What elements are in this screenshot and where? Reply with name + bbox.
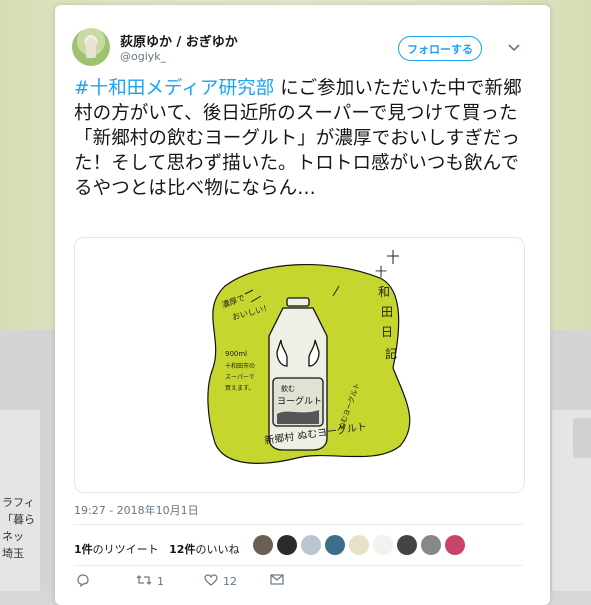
follow-button[interactable]: フォローする: [398, 36, 482, 61]
heart-icon: [204, 574, 218, 589]
bottle: [268, 297, 328, 451]
svg-text:日: 日: [381, 325, 393, 339]
user-name[interactable]: 荻原ゆか / おぎゆか: [120, 31, 238, 50]
background-text: 埼玉: [2, 547, 24, 560]
note-mid: 十和田市の: [225, 362, 255, 370]
avatar[interactable]: [253, 535, 273, 555]
dm-button[interactable]: [270, 574, 284, 588]
avatar[interactable]: [301, 535, 321, 555]
user-handle[interactable]: @ogiyk_: [120, 50, 166, 63]
bottle-label: ヨーグルト: [277, 395, 322, 407]
avatar[interactable]: [397, 535, 417, 555]
svg-text:十: 十: [375, 265, 387, 279]
svg-text:記: 記: [385, 346, 397, 361]
divider: [74, 524, 523, 525]
like-count-link[interactable]: 12件のいいね: [169, 543, 239, 556]
svg-text:田: 田: [381, 305, 393, 319]
avatar[interactable]: [373, 535, 393, 555]
like-count: 12: [223, 575, 237, 588]
hashtag-link[interactable]: #十和田メディア研究部: [74, 78, 274, 99]
note-mid: 買えます。: [225, 385, 254, 392]
retweet-icon: [136, 574, 152, 589]
svg-text:和: 和: [378, 285, 390, 299]
tweet-modal: 荻原ゆか / おぎゆか @ogiyk_ フォローする #十和田メディア研究部 に…: [55, 5, 550, 605]
avatar[interactable]: [349, 535, 369, 555]
tweet-stats: 1件のリツイート 12件のいいね: [74, 541, 239, 557]
divider: [74, 565, 523, 566]
avatar[interactable]: [325, 535, 345, 555]
retweet-button[interactable]: 1: [136, 574, 164, 589]
envelope-icon: [270, 574, 284, 588]
note-mid: スーパーで: [225, 374, 255, 381]
background-text: ラフィ: [2, 496, 35, 509]
avatar[interactable]: [277, 535, 297, 555]
bottle-label: 飲む: [281, 384, 295, 393]
like-button[interactable]: 12: [204, 574, 237, 589]
background-text: ネッ: [2, 530, 24, 543]
reply-button[interactable]: [76, 574, 90, 590]
note-mid: 900ml: [225, 350, 247, 358]
retweet-count: 1: [157, 575, 164, 588]
background-text: 「暮ら: [2, 513, 35, 526]
avatar[interactable]: [72, 28, 110, 66]
reply-icon: [76, 574, 90, 590]
background-arrow-box: [573, 418, 591, 458]
tweet-timestamp[interactable]: 19:27 - 2018年10月1日: [74, 502, 199, 518]
tweet-text: #十和田メディア研究部 にご参加いただいた中で新郷村の方がいて、後日近所のスーパ…: [74, 76, 534, 201]
avatar[interactable]: [421, 535, 441, 555]
illustration: 飲む ヨーグルト 濃厚で おいしい！ 900ml 十和田市の スーパーで 買えま…: [207, 250, 411, 464]
tweet-image[interactable]: 飲む ヨーグルト 濃厚で おいしい！ 900ml 十和田市の スーパーで 買えま…: [74, 237, 525, 493]
avatar[interactable]: [445, 535, 465, 555]
tweet-header: 荻原ゆか / おぎゆか @ogiyk_ フォローする: [72, 25, 532, 69]
chevron-down-icon[interactable]: [508, 41, 520, 55]
retweet-count-link[interactable]: 1件のリツイート: [74, 543, 159, 556]
